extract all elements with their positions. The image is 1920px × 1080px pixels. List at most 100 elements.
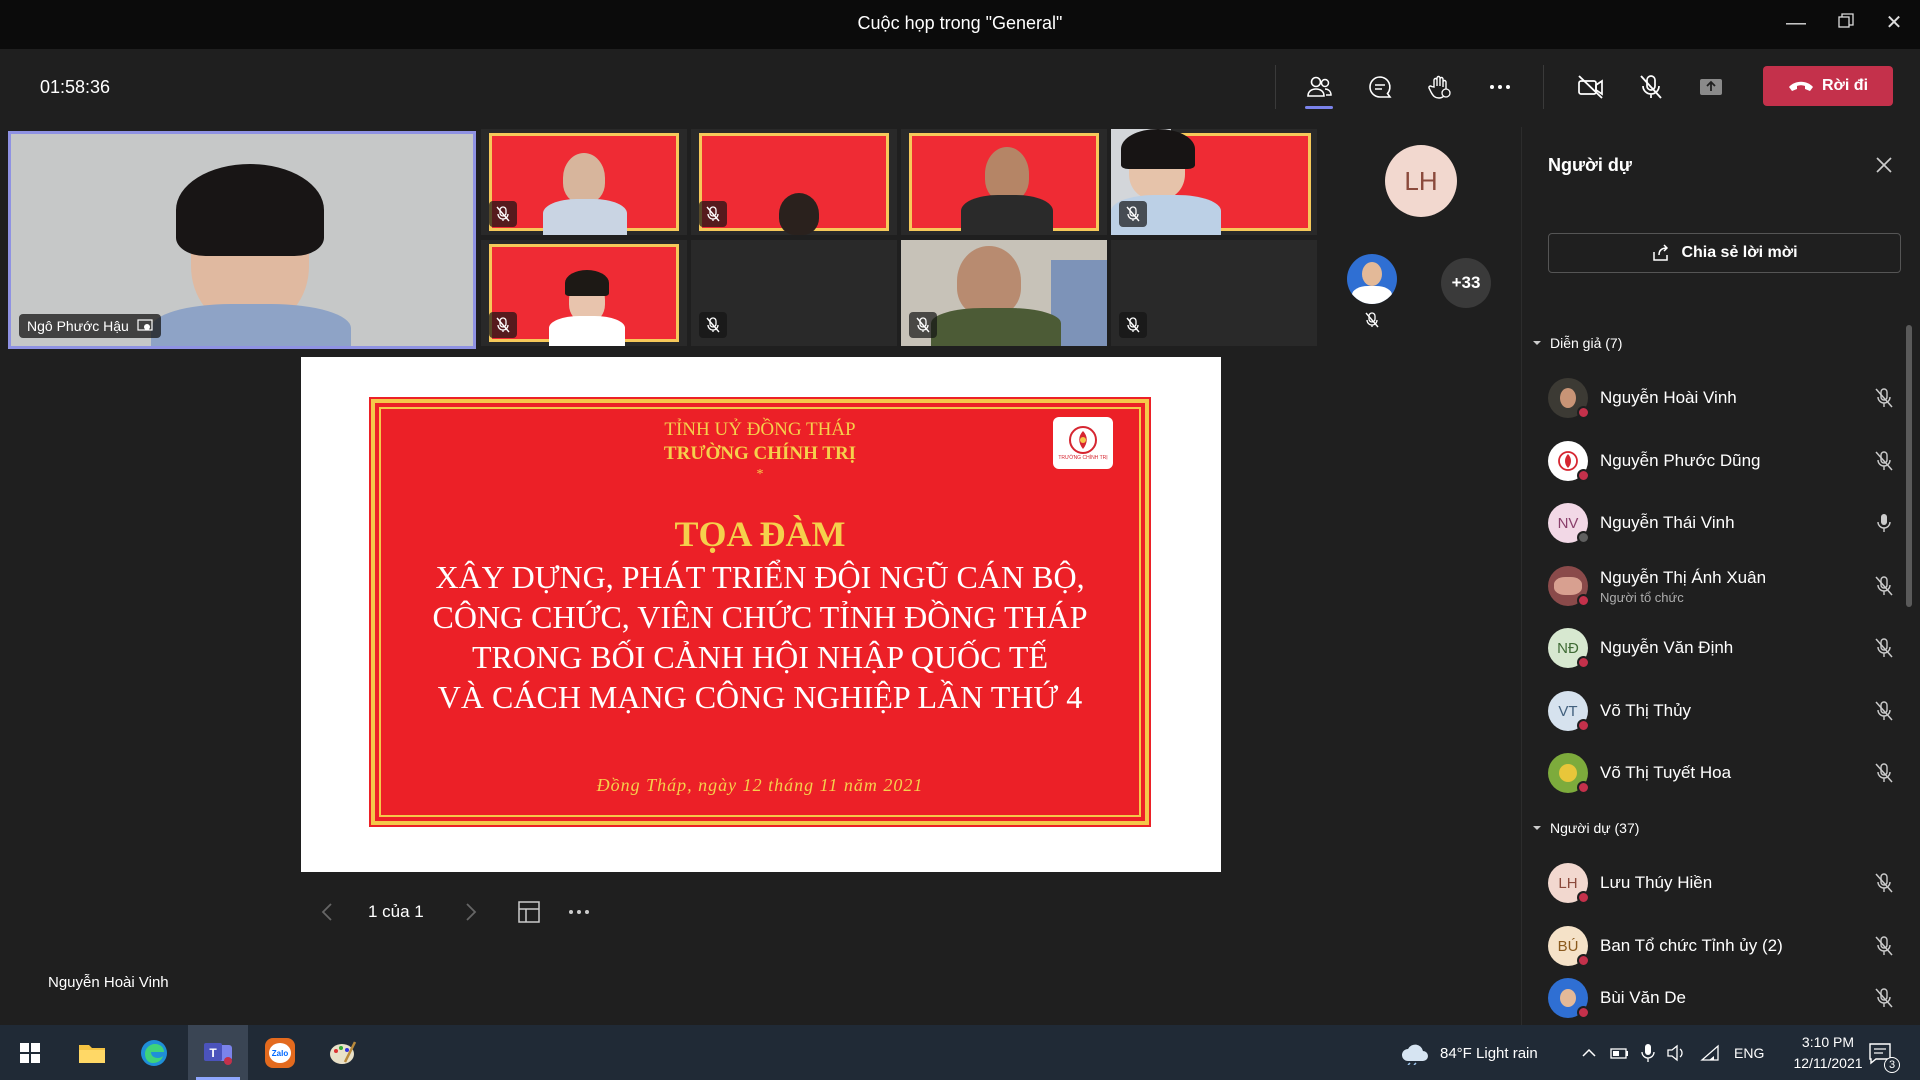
close-window-icon[interactable]: ✕ <box>1874 8 1914 38</box>
avatar-lh: LH <box>1385 145 1457 217</box>
window-title: Cuộc họp trong "General" <box>857 13 1063 33</box>
share-invite-button[interactable]: Chia sẻ lời mời <box>1548 233 1901 273</box>
speaker-shirt <box>151 304 351 346</box>
participant-row[interactable]: BÚ Ban Tổ chức Tỉnh ủy (2) <box>1548 922 1898 968</box>
paint-palette-icon <box>330 1040 357 1064</box>
mic-off-icon <box>496 206 510 222</box>
participant-face <box>957 246 1021 316</box>
camera-off-icon <box>1578 75 1603 99</box>
zalo-icon: Zalo <box>265 1037 295 1068</box>
slide-date: Đồng Tháp, ngày 12 tháng 11 năm 2021 <box>596 775 924 795</box>
previous-slide-icon[interactable] <box>316 900 340 924</box>
presenters-section-header[interactable]: Diễn giả (7) <box>1532 335 1622 351</box>
slide-body-line3: TRONG BỐI CẢNH HỘI NHẬP QUỐC TẾ <box>472 639 1048 675</box>
video-tile-participant[interactable] <box>901 129 1107 235</box>
chevron-down-icon <box>1533 341 1541 345</box>
mic-off-icon <box>916 317 930 333</box>
camera-toggle-button[interactable] <box>1569 65 1613 109</box>
mic-off-icon <box>496 317 510 333</box>
participant-row[interactable]: Nguyễn Thị Ánh Xuân Người tổ chức <box>1548 562 1898 608</box>
attendees-header-label: Người dự (37) <box>1550 820 1640 836</box>
taskbar-edge[interactable] <box>124 1025 184 1080</box>
participant-name: Nguyễn Văn Định <box>1600 638 1734 657</box>
minimize-icon[interactable]: — <box>1776 8 1816 38</box>
avatar-overflow-tile[interactable]: +33 <box>1321 240 1517 346</box>
speaker-name-badge: Ngô Phước Hậu <box>19 314 161 338</box>
share-screen-button[interactable] <box>1689 65 1733 109</box>
clock-time[interactable]: 3:10 PM <box>1786 1034 1870 1050</box>
status-dot <box>1577 954 1590 967</box>
chevron-down-icon <box>1533 826 1541 830</box>
video-tile-participant[interactable] <box>481 129 687 235</box>
video-tile-participant[interactable] <box>1111 240 1317 346</box>
mic-off-icon <box>1875 763 1893 783</box>
speaker-icon[interactable] <box>1666 1044 1686 1062</box>
participant-row[interactable]: NĐ Nguyễn Văn Định <box>1548 624 1898 670</box>
video-tile-participant[interactable] <box>481 240 687 346</box>
shared-presentation[interactable]: TỈNH UỶ ĐỒNG THÁP TRƯỜNG CHÍNH TRỊ * TỌA… <box>301 357 1221 872</box>
muted-badge <box>1119 312 1147 338</box>
battery-icon[interactable] <box>1610 1045 1630 1061</box>
leave-label: Rời đi <box>1821 77 1869 94</box>
taskbar-teams[interactable]: T <box>188 1025 248 1080</box>
participant-row[interactable]: Nguyễn Phước Dũng <box>1548 437 1898 483</box>
avatar-tile[interactable]: LH <box>1321 129 1517 235</box>
participant-row[interactable]: NV Nguyễn Thái Vinh <box>1548 499 1898 545</box>
muted-badge <box>699 201 727 227</box>
language-indicator[interactable]: ENG <box>1734 1045 1764 1061</box>
slide-line2: TRƯỜNG CHÍNH TRỊ <box>663 443 857 464</box>
toolbar-divider <box>1275 65 1276 109</box>
video-tile-participant[interactable] <box>901 240 1107 346</box>
more-icon <box>1490 85 1510 89</box>
participant-row[interactable]: VT Võ Thị Thủy <box>1548 687 1898 733</box>
chevron-up-icon[interactable] <box>1581 1045 1597 1061</box>
status-dot <box>1577 719 1590 732</box>
participant-row[interactable]: Nguyễn Hoài Vinh <box>1548 374 1898 420</box>
participant-row[interactable]: Võ Thị Tuyết Hoa <box>1548 749 1898 795</box>
taskbar-file-explorer[interactable] <box>62 1025 122 1080</box>
status-dot <box>1577 406 1590 419</box>
slide-overview-icon[interactable] <box>516 899 542 925</box>
taskbar-zalo[interactable]: Zalo <box>250 1025 310 1080</box>
participant-row[interactable]: Bùi Văn De <box>1548 974 1898 1020</box>
taskbar-paint[interactable] <box>312 1025 372 1080</box>
video-tile-participant[interactable] <box>691 129 897 235</box>
chat-button[interactable] <box>1358 65 1402 109</box>
overflow-count[interactable]: +33 <box>1441 258 1491 308</box>
participant-name: Nguyễn Phước Dũng <box>1600 451 1761 470</box>
restore-icon[interactable] <box>1826 8 1866 38</box>
panel-title: Người dự <box>1548 155 1632 175</box>
panel-scrollbar[interactable] <box>1906 325 1912 607</box>
next-slide-icon[interactable] <box>458 900 482 924</box>
people-icon <box>1307 76 1332 97</box>
slide-body-line2: CÔNG CHỨC, VIÊN CHỨC TỈNH ĐỒNG THÁP <box>432 599 1088 635</box>
participant-name: Võ Thị Thủy <box>1600 701 1692 720</box>
more-actions-button[interactable] <box>1478 65 1522 109</box>
title-bar: Cuộc họp trong "General" — ✕ <box>0 0 1920 49</box>
presentation-more-icon[interactable] <box>566 899 592 925</box>
mic-toggle-button[interactable] <box>1629 65 1673 109</box>
muted-badge <box>909 312 937 338</box>
microphone-tray-icon[interactable] <box>1640 1043 1656 1063</box>
attendees-section-header[interactable]: Người dự (37) <box>1532 820 1639 836</box>
video-tile-participant[interactable] <box>1111 129 1317 235</box>
wifi-icon[interactable] <box>1700 1044 1720 1062</box>
reactions-button[interactable] <box>1418 65 1462 109</box>
leave-button[interactable]: Rời đi <box>1763 66 1893 106</box>
svg-text:T: T <box>209 1046 217 1060</box>
participants-panel: Người dự Chia sẻ lời mời Diễn giả (7) Ng… <box>1521 127 1920 1025</box>
participant-name: Võ Thị Tuyết Hoa <box>1600 763 1732 782</box>
close-panel-icon[interactable] <box>1870 151 1898 179</box>
participants-button[interactable] <box>1297 65 1341 109</box>
participant-row[interactable]: LH Lưu Thúy Hiền <box>1548 859 1898 905</box>
video-tile-speaker[interactable]: Ngô Phước Hậu <box>8 131 476 349</box>
mic-off-icon <box>1875 873 1893 893</box>
weather-cloud-icon <box>1402 1044 1428 1065</box>
clock-date[interactable]: 12/11/2021 <box>1776 1055 1880 1071</box>
weather-widget[interactable]: 84°F Light rain <box>1440 1045 1538 1062</box>
mic-off-icon <box>1875 988 1893 1008</box>
start-button[interactable] <box>0 1025 60 1080</box>
edge-icon <box>141 1039 167 1066</box>
mic-off-icon <box>1875 388 1893 408</box>
video-tile-participant[interactable] <box>691 240 897 346</box>
